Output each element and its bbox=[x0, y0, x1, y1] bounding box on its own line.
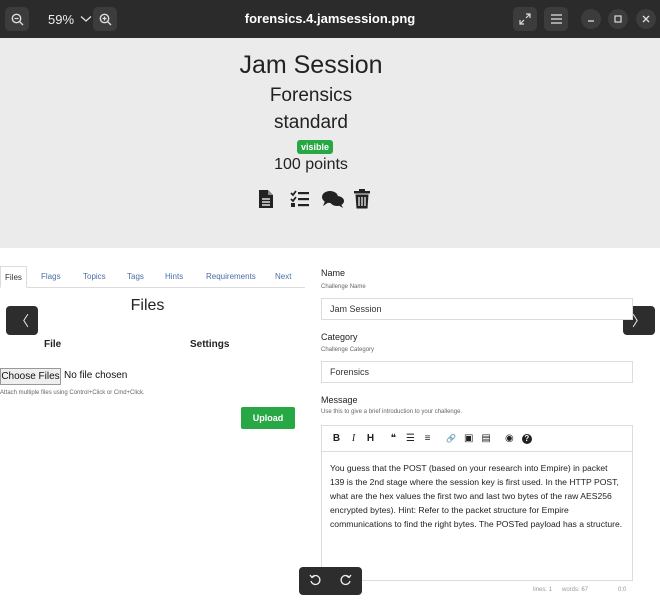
category-input[interactable]: Forensics bbox=[321, 361, 633, 383]
bold-button[interactable]: B bbox=[332, 433, 341, 444]
image-icon[interactable]: ▣ bbox=[464, 433, 473, 444]
comments-icon[interactable] bbox=[322, 189, 344, 209]
window-title: forensics.4.jamsession.png bbox=[244, 11, 416, 26]
challenge-actions bbox=[258, 189, 374, 209]
editor-lines-count: lines: 1 bbox=[533, 587, 553, 593]
hamburger-icon bbox=[550, 14, 562, 24]
zoom-out-button[interactable] bbox=[5, 7, 29, 31]
maximize-button[interactable] bbox=[608, 9, 628, 29]
name-sublabel: Challenge Name bbox=[321, 284, 366, 290]
zoom-level-dropdown[interactable]: 59% bbox=[40, 9, 96, 29]
file-column-header: File bbox=[44, 339, 62, 350]
tab-flags[interactable]: Flags bbox=[41, 272, 61, 281]
close-button[interactable] bbox=[636, 9, 656, 29]
quote-icon[interactable]: ❝ bbox=[389, 433, 398, 444]
chevron-right-icon: 〉 bbox=[632, 312, 646, 329]
challenge-points: 100 points bbox=[274, 156, 348, 173]
challenge-category: Forensics bbox=[269, 85, 353, 106]
challenge-type: standard bbox=[274, 112, 348, 133]
chevron-left-icon: 〈 bbox=[15, 312, 29, 329]
tab-tags[interactable]: Tags bbox=[127, 272, 144, 281]
help-icon[interactable]: ? bbox=[521, 433, 532, 444]
expand-icon bbox=[519, 13, 531, 25]
unordered-list-icon[interactable]: ☰ bbox=[406, 433, 415, 444]
zoom-level-value: 59% bbox=[48, 11, 75, 27]
category-label: Category bbox=[321, 332, 358, 342]
challenge-tabs: Files Flags Topics Tags Hints Requiremen… bbox=[0, 266, 305, 288]
name-input[interactable]: Jam Session bbox=[321, 298, 633, 320]
no-file-text: No file chosen bbox=[64, 370, 128, 381]
category-sublabel: Challenge Category bbox=[321, 347, 375, 353]
maximize-icon bbox=[614, 15, 622, 23]
file-icon[interactable] bbox=[258, 189, 278, 209]
tab-hints[interactable]: Hints bbox=[165, 272, 183, 281]
tab-requirements[interactable]: Requirements bbox=[206, 272, 256, 281]
tab-topics[interactable]: Topics bbox=[83, 272, 106, 281]
editor-cursor-position: 0:0 bbox=[618, 587, 627, 593]
files-heading: Files bbox=[130, 297, 165, 314]
message-sublabel: Use this to give a brief introduction to… bbox=[321, 409, 463, 415]
trash-icon[interactable] bbox=[354, 189, 374, 209]
rotate-controls bbox=[299, 567, 362, 595]
rotate-left-icon bbox=[309, 574, 321, 585]
message-label: Message bbox=[321, 395, 358, 405]
tab-next[interactable]: Next bbox=[275, 272, 291, 281]
upload-button[interactable]: Upload bbox=[241, 407, 295, 429]
message-editor[interactable]: You guess that the POST (based on your r… bbox=[321, 451, 633, 581]
checklist-icon[interactable] bbox=[290, 189, 310, 209]
tab-files[interactable]: Files bbox=[0, 266, 27, 288]
previous-image-button[interactable]: 〈 bbox=[6, 306, 38, 335]
zoom-out-icon bbox=[11, 13, 23, 25]
preview-icon[interactable]: ◉ bbox=[505, 433, 514, 444]
name-label: Name bbox=[321, 268, 346, 278]
challenge-header: Jam Session Forensics standard visible 1… bbox=[0, 38, 660, 248]
choose-files-button[interactable]: Choose Files bbox=[0, 368, 61, 385]
minimize-icon bbox=[588, 20, 594, 22]
rotate-left-button[interactable] bbox=[309, 574, 321, 589]
file-upload-icon[interactable]: ▤ bbox=[481, 433, 490, 444]
editor-words-count: words: 67 bbox=[562, 587, 589, 593]
challenge-title: Jam Session bbox=[239, 51, 383, 79]
heading-button[interactable]: H bbox=[366, 433, 375, 444]
ordered-list-icon[interactable]: ≡ bbox=[423, 433, 432, 444]
visibility-badge: visible bbox=[297, 140, 334, 154]
minimize-button[interactable] bbox=[581, 9, 601, 29]
fullscreen-button[interactable] bbox=[513, 7, 537, 31]
link-icon[interactable]: 🔗 bbox=[446, 434, 456, 443]
zoom-in-icon bbox=[99, 13, 111, 25]
settings-column-header: Settings bbox=[190, 339, 230, 350]
chevron-down-icon bbox=[80, 16, 92, 22]
zoom-in-button[interactable] bbox=[93, 7, 117, 31]
title-bar: 59% forensics.4.jamsession.png bbox=[0, 0, 660, 38]
menu-button[interactable] bbox=[544, 7, 568, 31]
editor-toolbar: B I H ❝ ☰ ≡ 🔗 ▣ ▤ ◉ ? bbox=[321, 425, 633, 451]
close-icon bbox=[642, 15, 650, 23]
attach-hint: Attach multiple files using Control+Clic… bbox=[0, 390, 145, 396]
rotate-right-button[interactable] bbox=[340, 574, 352, 589]
rotate-right-icon bbox=[340, 574, 352, 585]
italic-button[interactable]: I bbox=[349, 433, 358, 444]
